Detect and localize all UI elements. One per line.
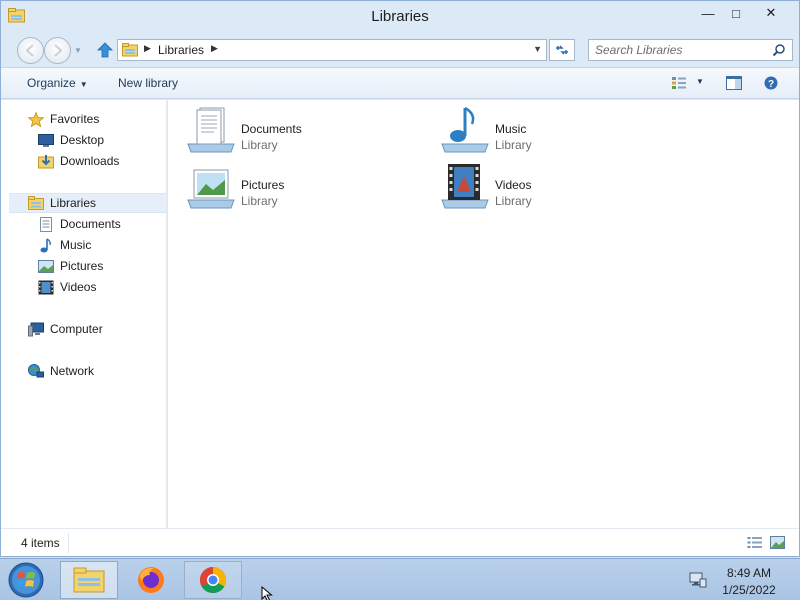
sidebar-item-label: Downloads xyxy=(60,154,120,168)
music-icon xyxy=(40,237,51,252)
large-icons-view-icon[interactable] xyxy=(770,536,785,549)
sidebar-item-label: Computer xyxy=(50,322,103,336)
sidebar-item-downloads[interactable]: Downloads xyxy=(38,151,119,171)
organize-button[interactable]: Organize ▼ xyxy=(27,76,88,90)
navigation-bar: ▼ ▶ Libraries ▶ ▼ xyxy=(1,33,799,67)
videos-icon xyxy=(38,280,54,294)
sidebar-item-videos[interactable]: Videos xyxy=(38,277,96,297)
recent-locations-dropdown[interactable]: ▼ xyxy=(74,46,82,55)
sidebar-item-label: Music xyxy=(60,238,92,252)
libraries-icon xyxy=(122,43,138,57)
library-type: Library xyxy=(495,138,532,152)
taskbar: 8:49 AM 1/25/2022 xyxy=(0,558,800,600)
search-icon[interactable] xyxy=(772,43,786,57)
music-library-icon xyxy=(441,106,489,153)
sidebar-item-label: Pictures xyxy=(60,259,104,273)
back-button[interactable] xyxy=(17,37,44,64)
library-type: Library xyxy=(495,194,532,208)
taskbar-firefox[interactable] xyxy=(122,561,180,599)
libraries-icon xyxy=(28,195,44,210)
taskbar-file-explorer[interactable] xyxy=(60,561,118,599)
sidebar-item-music[interactable]: Music xyxy=(38,235,91,255)
sidebar-item-libraries[interactable]: Libraries xyxy=(9,193,166,213)
svg-text:?: ? xyxy=(768,79,774,90)
navigation-pane: Favorites Desktop Downloads Libraries Do… xyxy=(1,100,167,528)
network-tray-icon[interactable] xyxy=(689,571,707,589)
address-dropdown-icon[interactable]: ▼ xyxy=(533,44,542,54)
clock-date[interactable]: 1/25/2022 xyxy=(713,583,785,597)
search-input[interactable] xyxy=(589,40,769,60)
library-type: Library xyxy=(241,194,278,208)
chrome-icon xyxy=(199,566,227,594)
clock-time[interactable]: 8:49 AM xyxy=(713,566,785,580)
content-pane: Documents Library Music Library Pictures… xyxy=(168,100,799,528)
new-library-button[interactable]: New library xyxy=(118,76,178,90)
status-divider xyxy=(68,533,69,553)
up-arrow-icon[interactable] xyxy=(96,41,114,59)
network-icon xyxy=(28,363,44,377)
computer-icon xyxy=(28,322,44,336)
library-item-documents[interactable]: Documents Library xyxy=(186,106,416,156)
maximize-button[interactable]: □ xyxy=(721,3,751,23)
library-item-pictures[interactable]: Pictures Library xyxy=(186,162,416,212)
firefox-icon xyxy=(138,567,164,593)
refresh-icon xyxy=(556,45,568,55)
address-bar[interactable]: ▶ Libraries ▶ ▼ xyxy=(117,39,547,61)
sidebar-item-pictures[interactable]: Pictures xyxy=(38,256,103,276)
sidebar-item-label: Libraries xyxy=(50,196,97,210)
documents-icon xyxy=(40,216,52,232)
title-bar[interactable]: Libraries — □ ✕ xyxy=(1,1,799,33)
breadcrumb-separator-icon[interactable]: ▶ xyxy=(144,43,151,54)
videos-library-icon xyxy=(441,164,489,209)
change-view-icon[interactable] xyxy=(671,76,687,90)
sidebar-item-label: Videos xyxy=(60,280,97,294)
window-title: Libraries xyxy=(371,8,429,25)
explorer-window: Libraries — □ ✕ ▼ ▶ Libraries ▶ ▼ Search… xyxy=(0,0,800,557)
pictures-library-icon xyxy=(187,169,235,209)
details-view-icon[interactable] xyxy=(747,536,763,549)
library-name: Music xyxy=(495,122,527,136)
documents-library-icon xyxy=(187,107,235,153)
forward-arrow-icon xyxy=(54,44,63,57)
minimize-button[interactable]: — xyxy=(693,3,723,23)
breadcrumb-libraries[interactable]: Libraries xyxy=(158,43,204,57)
taskbar-chrome[interactable] xyxy=(184,561,242,599)
back-arrow-icon xyxy=(25,44,34,57)
library-item-music[interactable]: Music Library xyxy=(440,106,670,156)
star-icon xyxy=(28,111,44,127)
library-type: Library xyxy=(241,138,278,152)
help-icon[interactable]: ? xyxy=(763,76,779,90)
chevron-down-icon: ▼ xyxy=(79,80,88,89)
library-name: Documents xyxy=(241,122,302,136)
sidebar-item-label: Documents xyxy=(60,217,121,231)
close-button[interactable]: ✕ xyxy=(756,3,786,23)
sidebar-item-label: Desktop xyxy=(60,133,105,147)
sidebar-item-label: Favorites xyxy=(50,112,100,126)
sidebar-item-documents[interactable]: Documents xyxy=(38,214,121,234)
item-count: 4 items xyxy=(21,536,60,550)
sidebar-item-network[interactable]: Network xyxy=(28,361,94,381)
start-button[interactable] xyxy=(6,561,46,599)
library-name: Pictures xyxy=(241,178,285,192)
status-bar: 4 items xyxy=(1,528,799,556)
library-name: Videos xyxy=(495,178,532,192)
command-bar: Organize ▼ New library ▼ ? xyxy=(1,67,799,99)
sidebar-item-label: Network xyxy=(50,364,95,378)
sidebar-item-desktop[interactable]: Desktop xyxy=(38,130,104,150)
mouse-cursor-icon xyxy=(261,586,273,600)
downloads-icon xyxy=(38,154,54,168)
refresh-button[interactable] xyxy=(549,39,575,61)
desktop-icon xyxy=(38,133,54,147)
search-box[interactable] xyxy=(588,39,793,61)
forward-button[interactable] xyxy=(44,37,71,64)
library-item-videos[interactable]: Videos Library xyxy=(440,162,670,212)
view-options-dropdown-icon[interactable]: ▼ xyxy=(696,77,704,86)
organize-label: Organize xyxy=(27,76,76,90)
preview-pane-icon[interactable] xyxy=(726,76,742,90)
sidebar-item-computer[interactable]: Computer xyxy=(28,319,103,339)
breadcrumb-separator-icon[interactable]: ▶ xyxy=(211,43,218,54)
pictures-icon xyxy=(38,259,54,273)
sidebar-item-favorites[interactable]: Favorites xyxy=(28,109,99,129)
folder-icon xyxy=(73,567,105,593)
